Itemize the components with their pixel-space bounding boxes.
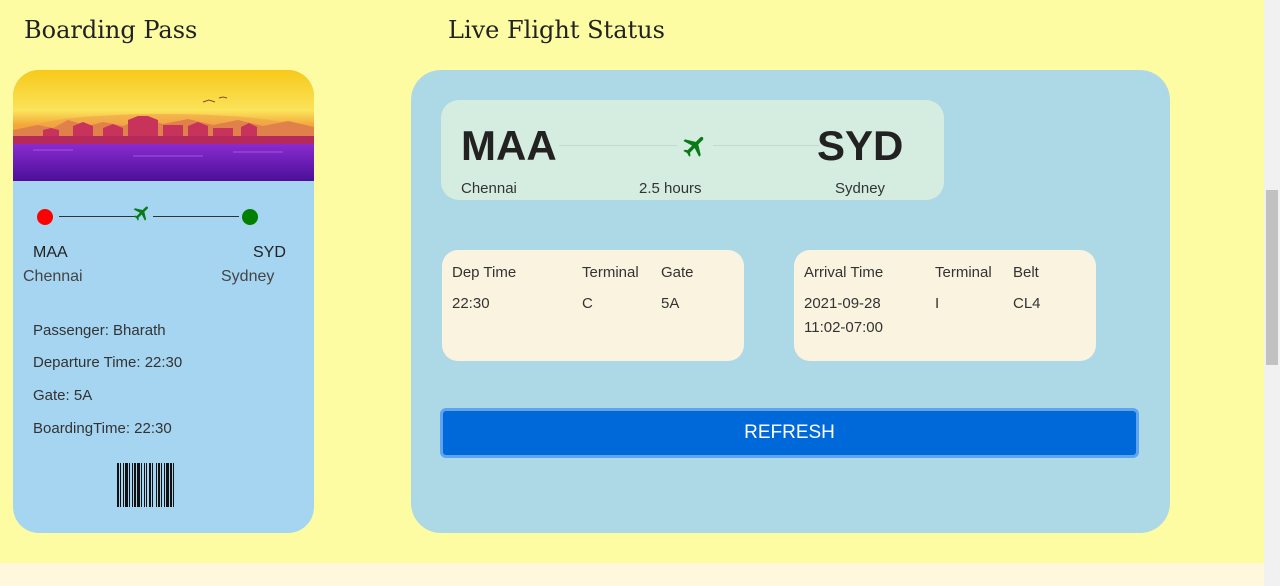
route-line — [559, 145, 677, 146]
destination-code: SYD — [817, 122, 904, 169]
dep-terminal-value: C — [582, 295, 593, 312]
dep-terminal-header: Terminal — [582, 264, 639, 281]
boarding-pass-title: Boarding Pass — [24, 16, 198, 44]
departure-time: Departure Time: 22:30 — [33, 354, 183, 371]
origin-code: MAA — [33, 244, 68, 261]
arr-terminal-value: I — [935, 295, 940, 312]
dep-time-header: Dep Time — [452, 264, 517, 281]
boarding-pass-card: MAA SYD Chennai Sydney Passenger: Bharat… — [13, 70, 314, 533]
dep-gate-header: Gate — [661, 264, 694, 281]
origin-dot — [37, 209, 53, 225]
route-line — [59, 216, 137, 217]
origin-code: MAA — [461, 122, 557, 169]
belt-header: Belt — [1013, 264, 1039, 281]
destination-code: SYD — [253, 244, 286, 261]
flight-duration: 2.5 hours — [639, 180, 702, 197]
route-line — [713, 145, 819, 146]
live-status-card: MAA SYD Chennai 2.5 hours Sydney Dep Tim… — [411, 70, 1170, 533]
refresh-button[interactable]: REFRESH — [440, 408, 1139, 458]
scrollbar-thumb[interactable] — [1266, 190, 1278, 365]
barcode — [117, 463, 174, 507]
dep-gate-value: 5A — [661, 295, 680, 312]
route-line — [153, 216, 239, 217]
arrival-time-header: Arrival Time — [804, 264, 884, 281]
city-skyline-banner — [13, 70, 314, 181]
route-summary: MAA SYD Chennai 2.5 hours Sydney — [441, 100, 944, 200]
destination-city: Sydney — [835, 180, 886, 197]
origin-city: Chennai — [461, 180, 517, 197]
passenger-name: Passenger: Bharath — [33, 322, 166, 339]
dep-time-value: 22:30 — [452, 295, 490, 312]
route-indicator — [13, 200, 314, 230]
departure-info: Dep Time Terminal Gate 22:30 C 5A — [442, 250, 744, 361]
destination-city: Sydney — [221, 268, 275, 285]
vertical-scrollbar[interactable] — [1264, 0, 1280, 586]
live-status-title: Live Flight Status — [448, 16, 665, 44]
page-footer-strip — [0, 563, 1264, 586]
plane-icon — [132, 203, 152, 229]
arr-terminal-header: Terminal — [935, 264, 992, 281]
belt-value: CL4 — [1013, 295, 1041, 312]
plane-icon — [681, 132, 709, 167]
origin-city: Chennai — [23, 268, 83, 285]
arrival-time-value: 2021-09-28 11:02-07:00 — [804, 295, 883, 336]
arrival-info: Arrival Time Terminal Belt 2021-09-28 11… — [794, 250, 1096, 361]
boarding-time: BoardingTime: 22:30 — [33, 420, 172, 437]
gate: Gate: 5A — [33, 387, 93, 404]
destination-dot — [242, 209, 258, 225]
